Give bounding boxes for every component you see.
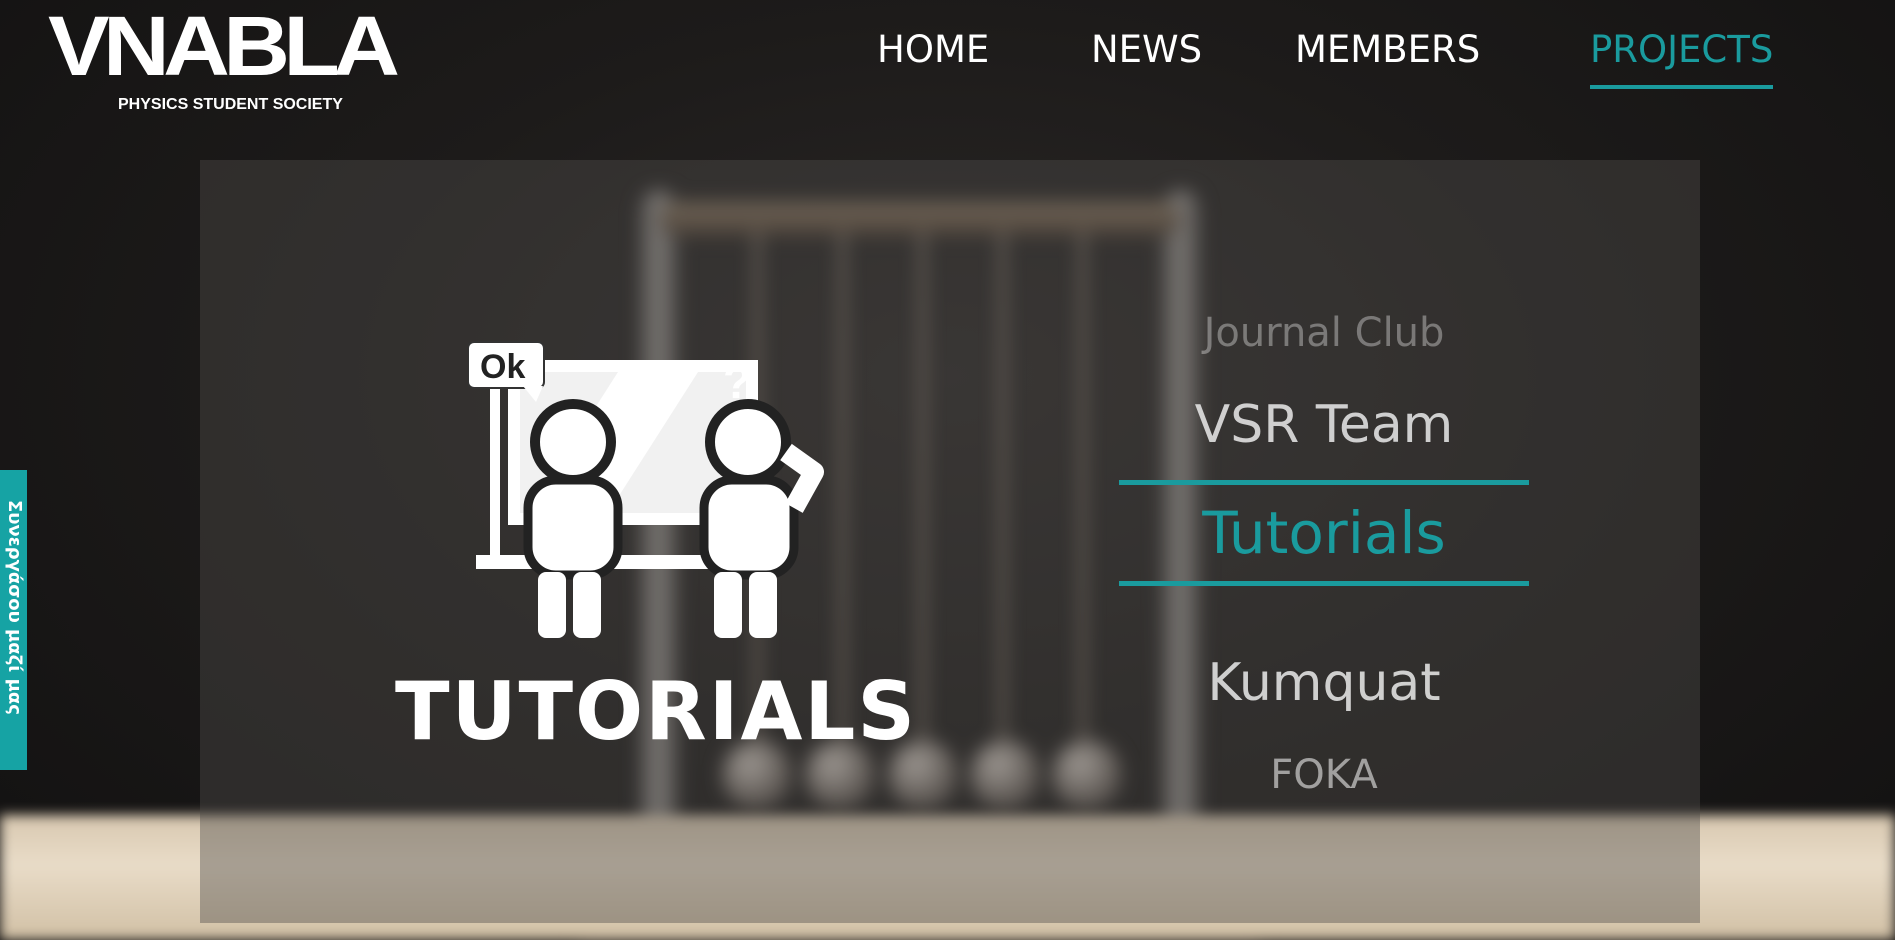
logo-wordmark: VNABLA	[48, 0, 400, 93]
nav-home[interactable]: HOME	[877, 28, 989, 85]
nav-news[interactable]: NEWS	[1091, 28, 1202, 85]
projects-panel: Ok ? TUTORIALS Journal Club VSR Team Tut…	[200, 160, 1700, 923]
project-item-foka[interactable]: FOKA	[1119, 752, 1529, 798]
feature-title: TUTORIALS	[395, 665, 917, 758]
side-tab-label: Συνεργάσου μαζί μας	[4, 500, 25, 715]
project-item-tutorials[interactable]: Tutorials	[1119, 480, 1529, 586]
contact-side-tab[interactable]: Συνεργάσου μαζί μας	[0, 470, 27, 770]
project-item-kumquat[interactable]: Kumquat	[1119, 653, 1529, 713]
icon-ok-text: Ok	[480, 348, 525, 386]
project-item-vsr-team[interactable]: VSR Team	[1119, 395, 1529, 455]
nav-members[interactable]: MEMBERS	[1295, 28, 1480, 85]
site-logo[interactable]: VNABLA PHYSICS STUDENT SOCIETY	[48, 4, 400, 118]
logo-subtitle: PHYSICS STUDENT SOCIETY	[118, 96, 343, 113]
project-item-journal-club[interactable]: Journal Club	[1119, 310, 1529, 356]
nav-projects[interactable]: PROJECTS	[1590, 28, 1774, 89]
site-header: VNABLA PHYSICS STUDENT SOCIETY HOME NEWS…	[0, 0, 1895, 130]
tutorial-board-icon: Ok ?	[468, 341, 824, 638]
